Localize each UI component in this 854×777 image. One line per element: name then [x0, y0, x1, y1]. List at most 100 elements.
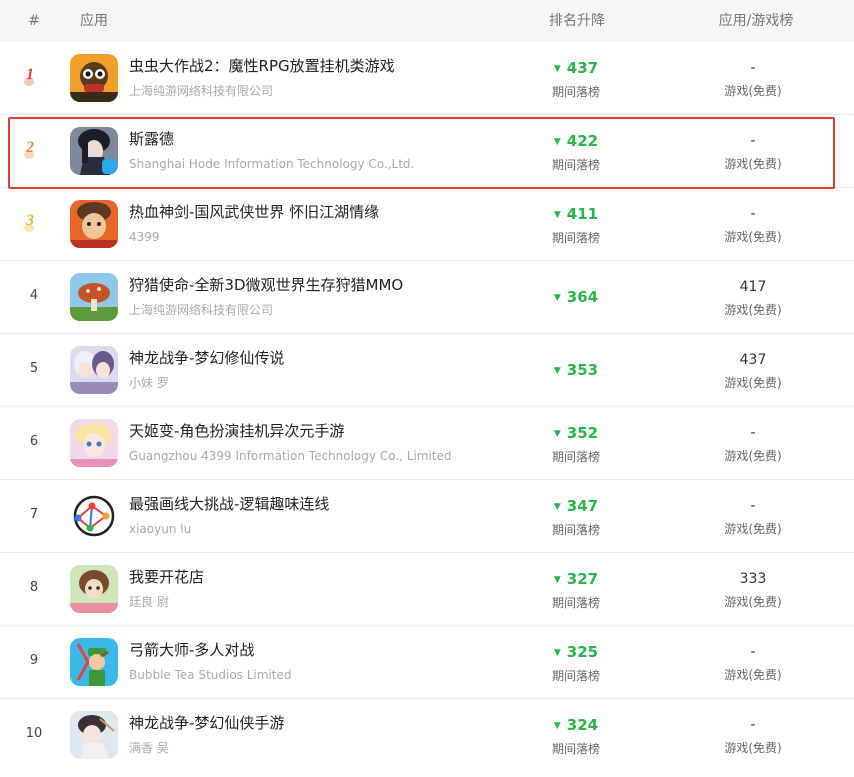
rank-number: 6 — [29, 434, 39, 449]
line-puzzle-icon[interactable] — [70, 492, 118, 540]
table-row[interactable]: 3 热血神剑-国风武侠世界 怀旧江湖情缘 4399 ▼ 411 期间落榜 - 游戏… — [0, 188, 854, 261]
table-row[interactable]: 10 神龙战争-梦幻仙侠手游 满香 吴 ▼ 324 期间落榜 - 游戏(免费) — [0, 699, 854, 772]
up-arrow-icon: ▼ — [553, 648, 561, 658]
category-rank: - — [750, 717, 756, 733]
category-rank: - — [750, 133, 756, 149]
header-rank: # — [28, 13, 40, 29]
warrior-face-icon[interactable] — [70, 200, 118, 248]
app-name[interactable]: 虫虫大作战2：魔性RPG放置挂机类游戏 — [129, 56, 395, 76]
table-row[interactable]: 4 狩猎使命-全新3D微观世界生存狩猎MMO 上海纯游网络科技有限公司 ▼ 364… — [0, 261, 854, 334]
rank-change-up: ▼ 422 — [553, 132, 599, 150]
rank-change-up: ▼ 347 — [553, 497, 599, 515]
header-category-rank[interactable]: 应用/游戏榜 — [700, 11, 812, 31]
mushroom-landscape-icon[interactable] — [70, 273, 118, 321]
table-row[interactable]: 6 天姬变-角色扮演挂机异次元手游 Guangzhou 4399 Informa… — [0, 407, 854, 480]
table-row[interactable]: 7 最强画线大挑战-逻辑趣味连线 xiaoyun lu ▼ 347 期间落榜 - … — [0, 480, 854, 553]
up-arrow-icon: ▼ — [553, 64, 561, 74]
ranking-list: 1 虫虫大作战2：魔性RPG放置挂机类游戏 上海纯游网络科技有限公司 ▼ 4 3 7 … — [0, 42, 854, 772]
up-arrow-icon: ▼ — [553, 293, 561, 303]
anime-girls-icon[interactable] — [70, 346, 118, 394]
up-arrow-icon: ▼ — [553, 366, 561, 376]
category-rank: - — [750, 644, 756, 660]
category-label: 游戏(免费) — [724, 376, 782, 390]
category-rank: - — [750, 206, 756, 222]
bronze-medal-rank: 3 — [22, 212, 44, 236]
category-label: 游戏(免费) — [724, 303, 782, 317]
app-developer[interactable]: Guangzhou 4399 Information Technology Co… — [129, 447, 452, 465]
rank-change-up: ▼ 364 — [553, 288, 599, 306]
app-name[interactable]: 神龙战争-梦幻修仙传说 — [129, 348, 284, 368]
app-name[interactable]: 神龙战争-梦幻仙侠手游 — [129, 713, 284, 733]
app-name[interactable]: 斯露德 — [129, 129, 174, 149]
rank-change-up: ▼ 352 — [553, 424, 599, 442]
app-name[interactable]: 弓箭大师-多人对战 — [129, 640, 254, 660]
rank-change-up: ▼ 353 — [553, 361, 599, 379]
category-rank: - — [750, 498, 756, 514]
header-app: 应用 — [80, 13, 108, 29]
up-arrow-icon: ▼ — [553, 210, 561, 220]
dark-hair-character-icon[interactable] — [70, 127, 118, 175]
app-developer[interactable]: 廷良 尉 — [129, 593, 169, 611]
rank-change-label: 期间落榜 — [551, 85, 600, 99]
app-name[interactable]: 热血神剑-国风武侠世界 怀旧江湖情缘 — [129, 202, 379, 222]
rank-change-up: ▼ 324 — [553, 716, 599, 734]
app-developer[interactable]: 上海纯游网络科技有限公司 — [129, 301, 273, 319]
rank-number: 7 — [29, 507, 39, 522]
archer-icon[interactable] — [70, 638, 118, 686]
anime-princess-icon[interactable] — [70, 419, 118, 467]
rank-change-label: 期间落榜 — [551, 596, 600, 610]
app-name[interactable]: 狩猎使命-全新3D微观世界生存狩猎MMO — [129, 275, 403, 295]
table-row[interactable]: 5 神龙战争-梦幻修仙传说 小妹 罗 ▼ 353 437 游戏(免费) — [0, 334, 854, 407]
rank-change-label: 期间落榜 — [551, 523, 600, 537]
rank-change-up: ▼ 325 — [553, 643, 599, 661]
category-rank: 417 — [739, 279, 767, 295]
platform-badge-icon — [102, 159, 117, 174]
rank-change-label: 期间落榜 — [551, 742, 600, 756]
florist-girl-icon[interactable] — [70, 565, 118, 613]
app-name[interactable]: 我要开花店 — [129, 567, 204, 587]
category-label: 游戏(免费) — [724, 522, 782, 536]
category-rank: - — [750, 60, 756, 76]
rank-change-label: 期间落榜 — [551, 158, 600, 172]
rank-change-up: ▼ 411 — [553, 205, 599, 223]
app-developer[interactable]: 4399 — [129, 228, 160, 246]
up-arrow-icon: ▼ — [553, 721, 561, 731]
rank-change-up: ▼ 327 — [553, 570, 599, 588]
rank-number: 8 — [29, 580, 39, 595]
rank-number: 4 — [29, 288, 39, 303]
app-name[interactable]: 最强画线大挑战-逻辑趣味连线 — [129, 494, 329, 514]
rank-change-label: 期间落榜 — [551, 669, 600, 683]
category-label: 游戏(免费) — [724, 449, 782, 463]
app-developer[interactable]: 上海纯游网络科技有限公司 — [129, 82, 273, 100]
app-developer[interactable]: Shanghai Hode Information Technology Co.… — [129, 155, 414, 173]
up-arrow-icon: ▼ — [553, 137, 561, 147]
rank-number: 9 — [29, 653, 39, 668]
table-row[interactable]: 8 我要开花店 廷良 尉 ▼ 327 期间落榜 333 游戏(免费) — [0, 553, 854, 626]
app-developer[interactable]: Bubble Tea Studios Limited — [129, 666, 291, 684]
app-name[interactable]: 天姬变-角色扮演挂机异次元手游 — [129, 421, 344, 441]
table-header: # 应用 排名升降 应用/游戏榜 — [0, 0, 854, 42]
header-rank-change[interactable]: 排名升降 — [542, 11, 612, 31]
app-developer[interactable]: 小妹 罗 — [129, 374, 169, 392]
rank-number: 10 — [25, 726, 43, 741]
up-arrow-icon: ▼ — [553, 502, 561, 512]
bug-warrior-icon[interactable] — [70, 54, 118, 102]
category-label: 游戏(免费) — [724, 230, 782, 244]
rank-number: 5 — [29, 361, 39, 376]
rank-change-label: 期间落榜 — [551, 231, 600, 245]
category-label: 游戏(免费) — [724, 668, 782, 682]
category-label: 游戏(免费) — [724, 157, 782, 171]
rank-change-up: ▼ 437 — [553, 59, 599, 77]
rank-change-label: 期间落榜 — [551, 450, 600, 464]
silver-medal-rank: 2 — [22, 139, 44, 163]
category-rank: 437 — [739, 352, 767, 368]
table-row[interactable]: 1 虫虫大作战2：魔性RPG放置挂机类游戏 上海纯游网络科技有限公司 ▼ 437 … — [0, 42, 854, 115]
app-developer[interactable]: 满香 吴 — [129, 739, 169, 757]
app-developer[interactable]: xiaoyun lu — [129, 520, 191, 538]
table-row[interactable]: 2 斯露德 Shanghai Hode Information Technolo… — [0, 115, 854, 188]
table-row[interactable]: 9 弓箭大师-多人对战 Bubble Tea Studios Limited ▼… — [0, 626, 854, 699]
category-label: 游戏(免费) — [724, 595, 782, 609]
fairy-maiden-icon[interactable] — [70, 711, 118, 759]
up-arrow-icon: ▼ — [553, 429, 561, 439]
category-label: 游戏(免费) — [724, 741, 782, 755]
